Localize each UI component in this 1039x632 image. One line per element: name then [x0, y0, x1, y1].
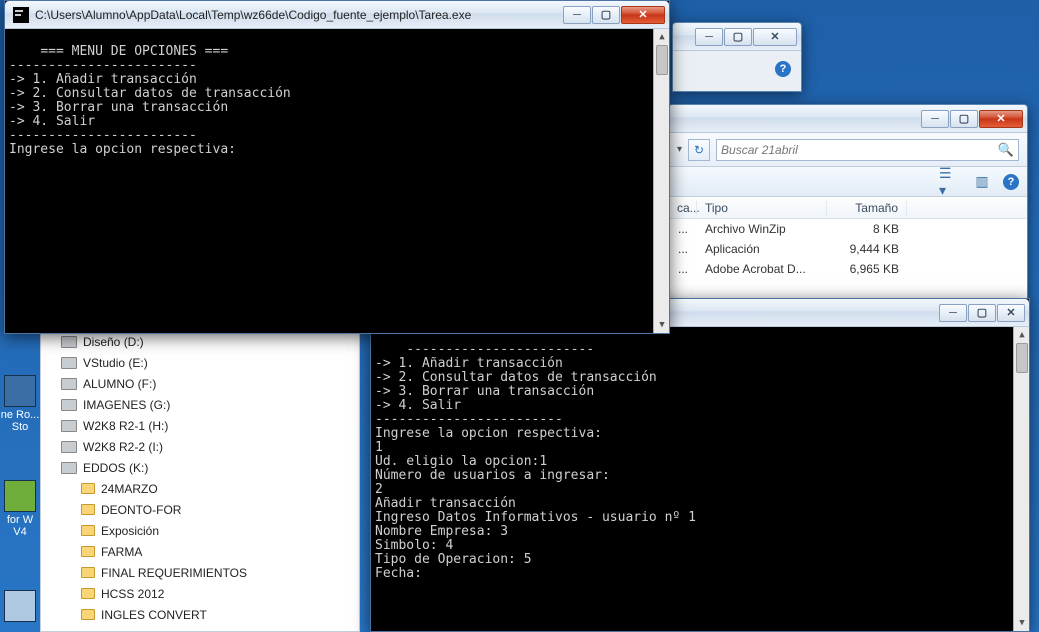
background-window: ─ ▢ ✕ ? [672, 22, 802, 92]
help-icon[interactable]: ? [1003, 174, 1019, 190]
console-output[interactable]: === MENU DE OPCIONES === ---------------… [5, 29, 669, 333]
scroll-down-icon[interactable]: ▼ [1014, 615, 1029, 631]
tree-drive-item[interactable]: ALUMNO (F:) [41, 373, 359, 394]
tree-folder-item[interactable]: FARMA [41, 541, 359, 562]
console-output[interactable]: ------------------------ -> 1. Añadir tr… [371, 327, 1029, 631]
tree-folder-item[interactable]: 24MARZO [41, 478, 359, 499]
desktop-icon[interactable] [4, 375, 36, 407]
folder-icon [81, 609, 95, 620]
column-header-tipo[interactable]: Tipo [697, 201, 827, 215]
tree-drive-item[interactable]: W2K8 R2-2 (I:) [41, 436, 359, 457]
maximize-button[interactable]: ▢ [724, 28, 752, 46]
scroll-up-icon[interactable]: ▲ [654, 29, 669, 45]
close-button[interactable]: ✕ [753, 28, 797, 46]
maximize-button[interactable]: ▢ [968, 304, 996, 322]
desktop-icon[interactable] [4, 480, 36, 512]
close-button[interactable]: ✕ [997, 304, 1025, 322]
folder-icon [81, 588, 95, 599]
search-input-wrapper: 🔍 [716, 139, 1019, 161]
maximize-button[interactable]: ▢ [592, 6, 620, 24]
scroll-thumb[interactable] [656, 45, 668, 75]
drive-icon [61, 462, 77, 474]
desktop-icon-label: for W [0, 514, 40, 526]
desktop-icon[interactable] [4, 590, 36, 622]
tree-drive-item[interactable]: Diseño (D:) [41, 331, 359, 352]
desktop-icon-label: Sto [0, 421, 40, 433]
table-row[interactable]: ... Archivo WinZip 8 KB [669, 219, 1027, 239]
scroll-thumb[interactable] [1016, 343, 1028, 373]
console-window-2: go_fuente_ejemplo\Tarea.exe ─ ▢ ✕ ------… [370, 298, 1030, 632]
tree-drive-item[interactable]: EDDOS (K:) [41, 457, 359, 478]
tree-drive-item[interactable]: IMAGENES (G:) [41, 394, 359, 415]
explorer-window: ─ ▢ ✕ ▾ ↻ 🔍 ☰ ▾ ▥ ? ca... Tipo Tamaño ..… [668, 104, 1028, 299]
table-row[interactable]: ... Aplicación 9,444 KB [669, 239, 1027, 259]
drive-icon [61, 357, 77, 369]
console-window-1: C:\Users\Alumno\AppData\Local\Temp\wz66d… [4, 0, 670, 334]
folder-tree: Diseño (D:) VStudio (E:) ALUMNO (F:) IMA… [40, 330, 360, 632]
scroll-up-icon[interactable]: ▲ [1014, 327, 1029, 343]
scrollbar[interactable]: ▲ ▼ [653, 29, 669, 333]
help-icon[interactable]: ? [775, 61, 791, 77]
tree-folder-item[interactable]: FINAL REQUERIMIENTOS [41, 562, 359, 583]
folder-icon [81, 567, 95, 578]
close-button[interactable]: ✕ [979, 110, 1023, 128]
column-header-tamano[interactable]: Tamaño [827, 201, 907, 215]
desktop-icon-label: V4 [0, 526, 40, 538]
preview-pane-button[interactable]: ▥ [971, 171, 993, 193]
tree-folder-item[interactable]: DEONTO-FOR [41, 499, 359, 520]
scroll-down-icon[interactable]: ▼ [654, 317, 669, 333]
tree-drive-item[interactable]: VStudio (E:) [41, 352, 359, 373]
minimize-button[interactable]: ─ [695, 28, 723, 46]
view-mode-button[interactable]: ☰ ▾ [939, 171, 961, 193]
app-icon [13, 7, 29, 23]
folder-icon [81, 504, 95, 515]
minimize-button[interactable]: ─ [939, 304, 967, 322]
folder-icon [81, 525, 95, 536]
tree-folder-item[interactable]: Exposición [41, 520, 359, 541]
tree-folder-item[interactable]: INGLES CONVERT [41, 604, 359, 625]
window-title: C:\Users\Alumno\AppData\Local\Temp\wz66d… [35, 8, 562, 22]
scrollbar[interactable]: ▲ ▼ [1013, 327, 1029, 631]
drive-icon [61, 441, 77, 453]
tree-drive-item[interactable]: W2K8 R2-1 (H:) [41, 415, 359, 436]
minimize-button[interactable]: ─ [563, 6, 591, 24]
folder-icon [81, 483, 95, 494]
drive-icon [61, 378, 77, 390]
breadcrumb-sep: ▾ [677, 144, 682, 155]
refresh-button[interactable]: ↻ [688, 139, 710, 161]
maximize-button[interactable]: ▢ [950, 110, 978, 128]
minimize-button[interactable]: ─ [921, 110, 949, 128]
drive-icon [61, 420, 77, 432]
desktop-icon-label: ne Ro... [0, 409, 40, 421]
tree-folder-item[interactable]: HCSS 2012 [41, 583, 359, 604]
drive-icon [61, 336, 77, 348]
table-row[interactable]: ... Adobe Acrobat D... 6,965 KB [669, 259, 1027, 279]
folder-icon [81, 546, 95, 557]
close-button[interactable]: ✕ [621, 6, 665, 24]
search-icon[interactable]: 🔍 [998, 142, 1014, 158]
drive-icon [61, 399, 77, 411]
search-input[interactable] [721, 143, 998, 157]
column-header[interactable]: ca... [669, 201, 697, 215]
